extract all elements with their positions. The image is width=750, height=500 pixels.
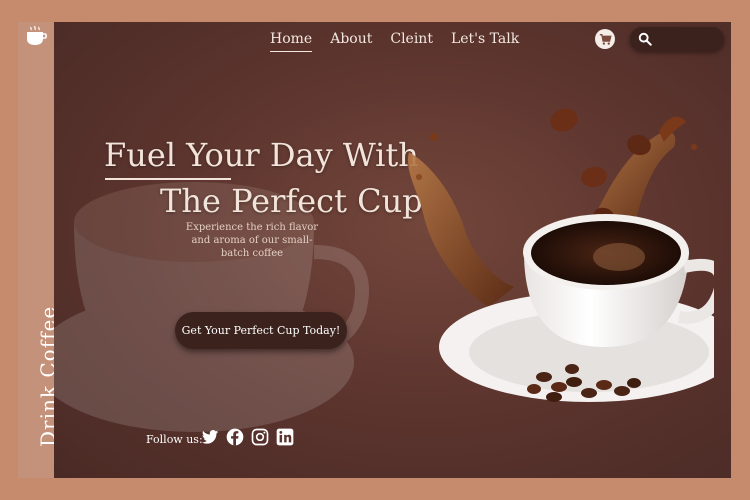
cart-icon <box>599 33 612 45</box>
follow-label: Follow us: <box>146 433 203 446</box>
cart-button[interactable] <box>595 29 615 49</box>
coffee-cup-illustration <box>407 108 714 402</box>
instagram-icon[interactable] <box>250 427 270 447</box>
social-links <box>200 427 295 447</box>
search-bar[interactable] <box>630 27 724 51</box>
coffee-cup-icon[interactable] <box>24 24 48 48</box>
facebook-icon[interactable] <box>225 427 245 447</box>
nav-home[interactable]: Home <box>270 31 313 52</box>
cta-button[interactable]: Get Your Perfect Cup Today! <box>175 312 347 349</box>
search-icon[interactable] <box>638 32 652 46</box>
nav-lets-talk[interactable]: Let's Talk <box>451 31 519 52</box>
main-nav: Home About Cleint Let's Talk <box>270 31 519 52</box>
hero-title-line1: Fuel Your Day With <box>104 136 419 174</box>
main-panel: Home About Cleint Let's Talk Fuel Your D… <box>54 22 731 478</box>
nav-cleint[interactable]: Cleint <box>390 31 433 52</box>
hero-title-line2: The Perfect Cup <box>160 182 423 220</box>
linkedin-icon[interactable] <box>275 427 295 447</box>
title-underline <box>105 178 231 180</box>
twitter-icon[interactable] <box>200 427 220 447</box>
hero-subtitle: Experience the rich flavor and aroma of … <box>185 222 319 259</box>
nav-about[interactable]: About <box>330 31 372 52</box>
search-input[interactable] <box>656 30 720 50</box>
landing-page: Drink Coffee Home About Cleint Let's Tal… <box>0 0 750 500</box>
